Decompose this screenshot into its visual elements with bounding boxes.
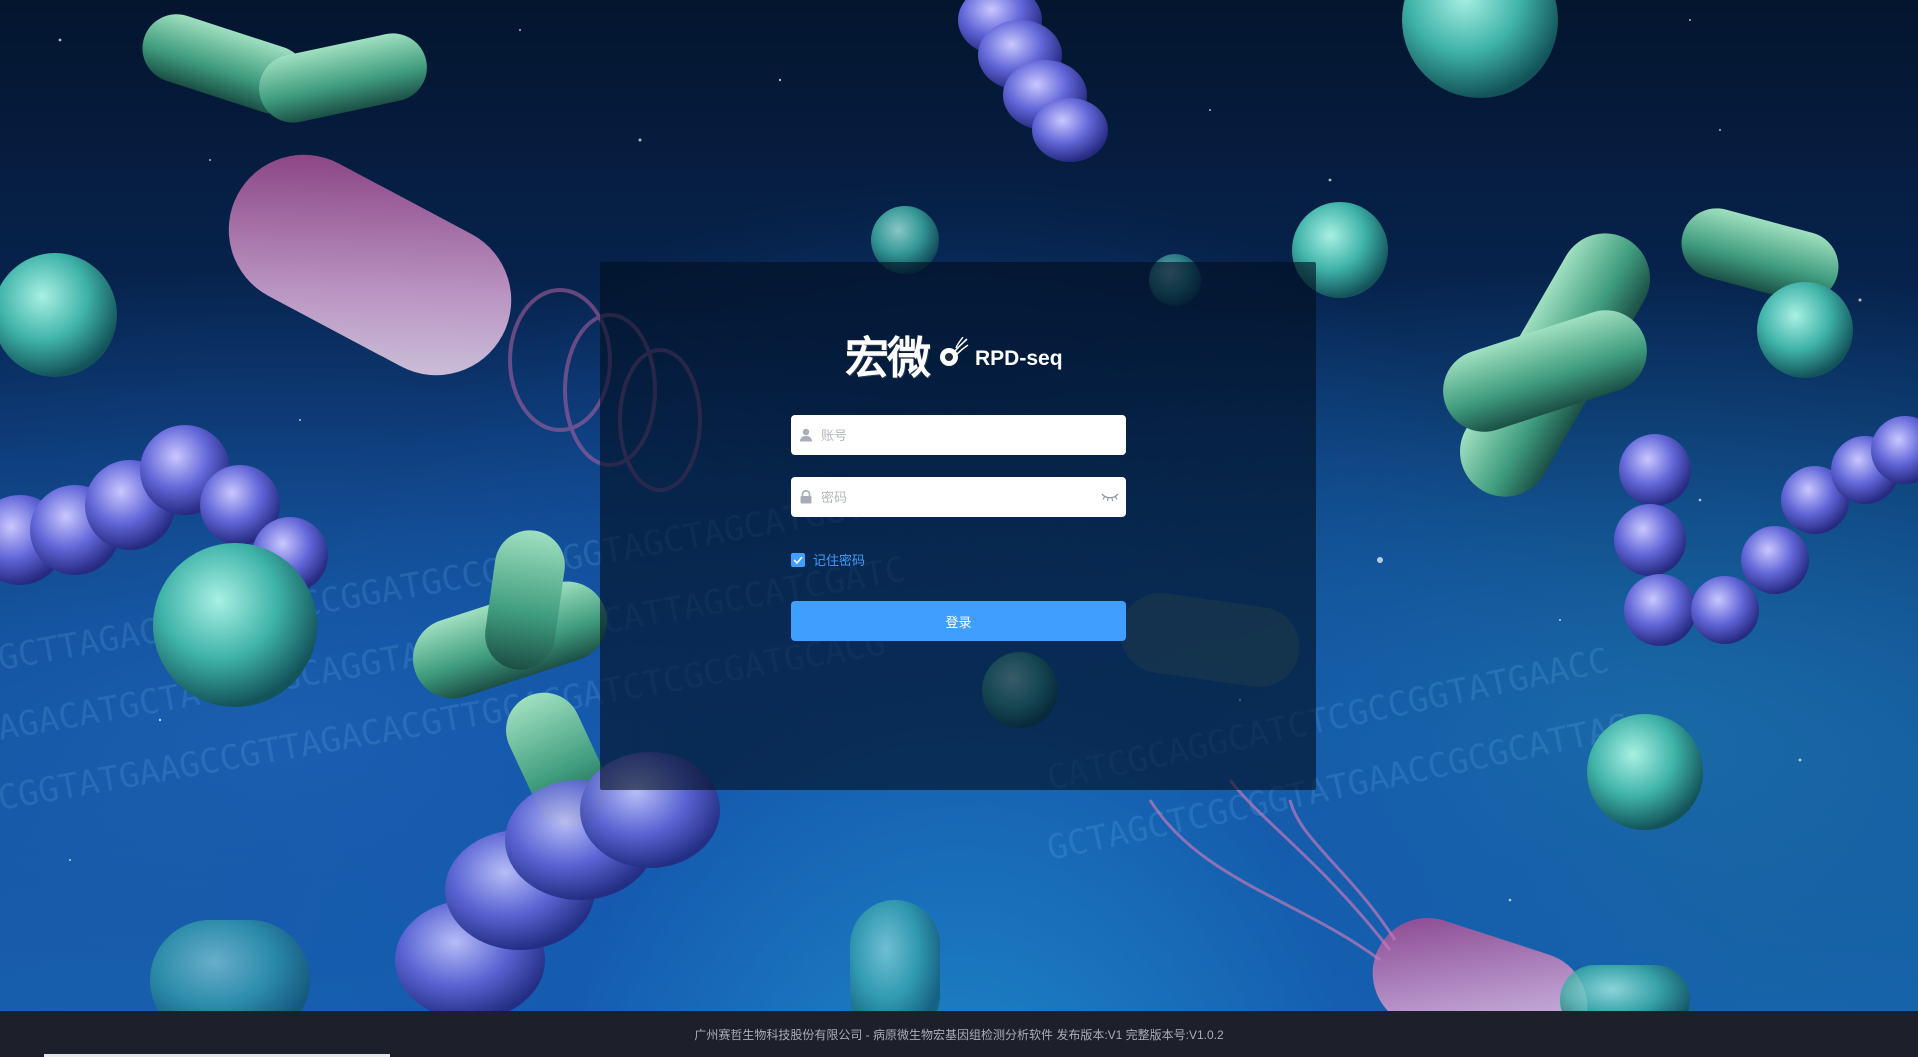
login-panel: 宏微 RPD-seq 账号 记住密码 登录 xyxy=(600,262,1316,790)
remember-password-checkbox[interactable]: 记住密码 xyxy=(791,550,865,569)
user-icon xyxy=(791,428,821,442)
check-icon[interactable] xyxy=(791,552,805,567)
footer: 广州赛哲生物科技股份有限公司 - 病原微生物宏基因组检测分析软件 发布版本:V1… xyxy=(0,1011,1918,1057)
logo-product-text: RPD-seq xyxy=(975,347,1063,370)
login-page: GCTTAGACATGCTAGCCGGATGCCGATCGGTAGCTAGCAT… xyxy=(0,0,1918,1057)
logo: 宏微 RPD-seq xyxy=(845,324,1075,384)
password-input[interactable] xyxy=(821,478,1094,516)
lock-icon xyxy=(791,490,821,504)
remember-password-label[interactable]: 记住密码 xyxy=(813,550,865,569)
account-field xyxy=(791,415,1126,455)
microbe-logo-icon xyxy=(940,337,969,366)
eye-closed-icon[interactable] xyxy=(1094,492,1126,502)
login-button[interactable]: 登录 xyxy=(791,601,1126,641)
account-input[interactable] xyxy=(821,416,1126,454)
logo-chinese-text: 宏微 xyxy=(845,333,931,384)
footer-text: 广州赛哲生物科技股份有限公司 - 病原微生物宏基因组检测分析软件 发布版本:V1… xyxy=(694,1027,1224,1042)
password-field xyxy=(791,477,1126,517)
